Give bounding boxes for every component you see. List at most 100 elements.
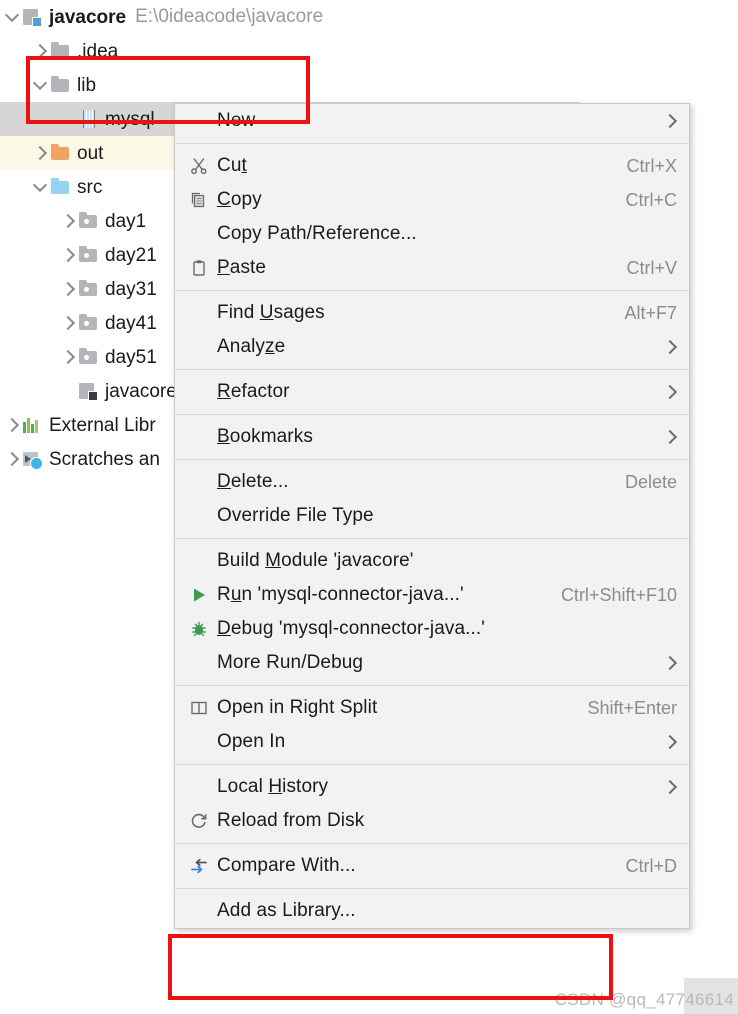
menu-item-more-run-debug[interactable]: More Run/Debug xyxy=(175,646,689,680)
chevron-right-icon xyxy=(635,733,677,751)
chevron-right-icon xyxy=(635,338,677,356)
menu-item-label: Cut xyxy=(217,155,247,176)
tree-item-label: out xyxy=(77,142,104,164)
menu-item-local-history[interactable]: Local History xyxy=(175,770,689,804)
folder-blue-icon xyxy=(50,177,70,197)
package-folder-icon xyxy=(78,313,98,333)
scratches-icon xyxy=(22,449,43,470)
package-folder-icon xyxy=(78,245,98,265)
file-context-menu[interactable]: New Cut Ctrl+X Copy Ctrl+C Copy Path/Referenc… xyxy=(174,103,690,929)
menu-item-label: Add as Library... xyxy=(217,900,356,921)
tree-row-javacore[interactable]: javacore E:\0ideacode\javacore xyxy=(0,0,524,34)
menu-item-shortcut: Ctrl+Shift+F10 xyxy=(560,584,677,605)
menu-item-copy-path-reference[interactable]: Copy Path/Reference... xyxy=(175,217,689,251)
menu-item-label: Find Usages xyxy=(217,302,325,323)
menu-item-open-in-right-split[interactable]: Open in Right Split Shift+Enter xyxy=(175,691,689,725)
reload-icon xyxy=(189,811,217,831)
menu-item-new[interactable]: New xyxy=(175,104,689,138)
tree-item-label: src xyxy=(77,176,103,198)
menu-item-label: Compare With... xyxy=(217,855,356,876)
tree-row-lib[interactable]: lib xyxy=(0,68,552,102)
chevron-right-icon xyxy=(635,383,677,401)
menu-separator xyxy=(175,843,689,844)
menu-item-icon-blank xyxy=(189,506,217,526)
chevron-right-icon[interactable] xyxy=(32,43,48,59)
menu-item-copy[interactable]: Copy Ctrl+C xyxy=(175,183,689,217)
chevron-right-icon[interactable] xyxy=(4,451,20,467)
menu-item-icon-blank xyxy=(189,777,217,797)
tree-item-label: .idea xyxy=(77,40,119,62)
run-icon xyxy=(189,585,217,605)
menu-item-shortcut: Ctrl+D xyxy=(625,855,677,876)
menu-item-reload-from-disk[interactable]: Reload from Disk xyxy=(175,804,689,838)
menu-item-bookmarks[interactable]: Bookmarks xyxy=(175,420,689,454)
menu-item-label: Open in Right Split xyxy=(217,697,378,718)
cut-icon xyxy=(189,156,217,176)
tree-item-path: E:\0ideacode\javacore xyxy=(135,6,324,27)
menu-item-analyze[interactable]: Analyze xyxy=(175,330,689,364)
menu-item-icon-blank xyxy=(189,111,217,131)
menu-separator xyxy=(175,143,689,144)
chevron-right-icon[interactable] xyxy=(32,145,48,161)
menu-item-icon-blank xyxy=(189,427,217,447)
chevron-down-icon[interactable] xyxy=(32,77,48,93)
menu-item-shortcut: Ctrl+V xyxy=(626,257,677,278)
tree-item-label: day21 xyxy=(105,244,157,266)
menu-item-cut[interactable]: Cut Ctrl+X xyxy=(175,149,689,183)
menu-item-label: Analyze xyxy=(217,336,286,357)
chevron-right-icon[interactable] xyxy=(4,417,20,433)
menu-separator xyxy=(175,685,689,686)
menu-separator xyxy=(175,888,689,889)
tree-item-label: javacore. xyxy=(105,380,183,402)
menu-item-add-as-library[interactable]: Add as Library... xyxy=(175,894,689,928)
menu-item-label: Delete... xyxy=(217,471,289,492)
menu-item-label: Build Module 'javacore' xyxy=(217,550,414,571)
chevron-down-icon[interactable] xyxy=(32,179,48,195)
menu-item-refactor[interactable]: Refactor xyxy=(175,375,689,409)
split-icon xyxy=(189,698,217,718)
chevron-right-icon xyxy=(635,654,677,672)
package-folder-icon xyxy=(78,211,98,231)
chevron-right-icon xyxy=(635,428,677,446)
menu-item-compare-with[interactable]: Compare With... Ctrl+D xyxy=(175,849,689,883)
tree-item-label: lib xyxy=(77,74,97,96)
menu-item-find-usages[interactable]: Find Usages Alt+F7 xyxy=(175,296,689,330)
menu-item-delete[interactable]: Delete... Delete xyxy=(175,465,689,499)
chevron-right-icon[interactable] xyxy=(60,247,76,263)
chevron-right-icon[interactable] xyxy=(60,281,76,297)
menu-item-icon-blank xyxy=(189,901,217,921)
menu-item-override-file-type[interactable]: Override File Type xyxy=(175,499,689,533)
menu-separator xyxy=(175,538,689,539)
menu-item-label: Debug 'mysql-connector-java...' xyxy=(217,618,486,639)
menu-item-label: Paste xyxy=(217,257,267,278)
chevron-right-icon xyxy=(635,112,677,130)
menu-item-build-module-javacore[interactable]: Build Module 'javacore' xyxy=(175,544,689,578)
menu-item-debug-mysql-connector-java[interactable]: Debug 'mysql-connector-java...' xyxy=(175,612,689,646)
menu-item-label: Copy xyxy=(217,189,262,210)
chevron-down-icon[interactable] xyxy=(4,9,20,25)
module-icon xyxy=(22,7,42,27)
chevron-right-icon[interactable] xyxy=(60,315,76,331)
menu-item-shortcut: Shift+Enter xyxy=(587,697,677,718)
tree-item-label: day41 xyxy=(105,312,157,334)
chevron-right-icon[interactable] xyxy=(60,213,76,229)
menu-separator xyxy=(175,764,689,765)
menu-item-label: Bookmarks xyxy=(217,426,313,447)
menu-separator xyxy=(175,459,689,460)
tree-item-label: Scratches an xyxy=(49,448,160,470)
menu-item-icon-blank xyxy=(189,382,217,402)
menu-item-label: New xyxy=(217,110,256,131)
tree-item-label: day1 xyxy=(105,210,147,232)
menu-item-label: Reload from Disk xyxy=(217,810,365,831)
chevron-right-icon[interactable] xyxy=(60,349,76,365)
debug-icon xyxy=(189,619,217,639)
menu-item-paste[interactable]: Paste Ctrl+V xyxy=(175,251,689,285)
menu-item-icon-blank xyxy=(189,732,217,752)
menu-item-run-mysql-connector-java[interactable]: Run 'mysql-connector-java...' Ctrl+Shift+… xyxy=(175,578,689,612)
tree-row-idea[interactable]: .idea xyxy=(0,34,552,68)
menu-item-open-in[interactable]: Open In xyxy=(175,725,689,759)
menu-item-shortcut: Delete xyxy=(624,471,677,492)
menu-item-icon-blank xyxy=(189,224,217,244)
menu-item-shortcut: Ctrl+C xyxy=(625,189,677,210)
menu-item-shortcut: Alt+F7 xyxy=(624,302,677,323)
